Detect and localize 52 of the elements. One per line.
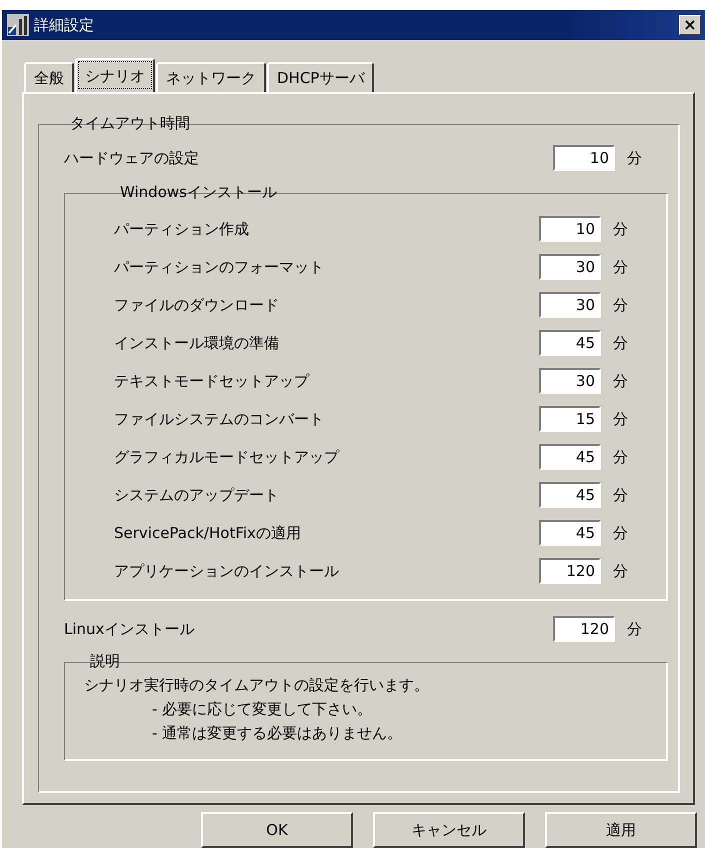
minutes-field[interactable]: 120 [539, 558, 601, 584]
minutes-field[interactable]: 30 [539, 368, 601, 394]
setting-label: アプリケーションのインストール [114, 562, 340, 580]
setting-label: システムのアップデート [114, 486, 280, 504]
setting-label: グラフィカルモードセットアップ [114, 448, 340, 466]
minutes-field[interactable]: 10 [539, 216, 601, 242]
description-text: シナリオ実行時のタイムアウトの設定を行います。 [84, 675, 430, 696]
tab[interactable]: ネットワーク [156, 62, 266, 92]
group-label: Windowsインストール [119, 183, 278, 202]
unit-label: 分 [612, 524, 629, 542]
minutes-field[interactable]: 45 [539, 482, 601, 508]
unit-label: 分 [612, 410, 629, 428]
minutes-field[interactable]: 10 [553, 145, 615, 171]
minutes-field[interactable]: 45 [539, 330, 601, 356]
minutes-field[interactable]: 15 [539, 406, 601, 432]
dialog-button[interactable]: OK [201, 812, 353, 848]
unit-label: 分 [612, 220, 629, 238]
window-title: 詳細設定 [34, 16, 95, 34]
minutes-field[interactable]: 30 [539, 254, 601, 280]
description-text: - 必要に応じて変更して下さい。 [151, 699, 374, 720]
tab[interactable]: 全般 [24, 62, 74, 92]
unit-label: 分 [612, 258, 629, 276]
dialog-button[interactable]: 適用 [545, 812, 697, 848]
minutes-field[interactable]: 30 [539, 292, 601, 318]
unit-label: 分 [612, 448, 629, 466]
tab[interactable]: DHCPサーバ [267, 62, 374, 92]
unit-label: 分 [612, 334, 629, 352]
minutes-field[interactable]: 45 [539, 444, 601, 470]
setting-label: ServicePack/HotFixの適用 [114, 524, 302, 542]
setting-label: ファイルシステムのコンバート [114, 410, 325, 428]
dialog-button[interactable]: キャンセル [373, 812, 525, 848]
unit-label: 分 [626, 620, 643, 638]
tab[interactable]: シナリオ [75, 58, 155, 92]
unit-label: 分 [626, 148, 643, 168]
setting-label: テキストモードセットアップ [114, 372, 310, 390]
group-label: 説明 [89, 652, 121, 671]
setting-label: ファイルのダウンロード [114, 296, 280, 314]
unit-label: 分 [612, 296, 629, 314]
minutes-field[interactable]: 45 [539, 520, 601, 546]
setting-label: パーティション作成 [114, 220, 250, 238]
setting-label: ハードウェアの設定 [64, 148, 200, 168]
minutes-field[interactable]: 120 [553, 616, 615, 642]
setting-label: パーティションのフォーマット [114, 258, 325, 276]
setting-label: インストール環境の準備 [114, 334, 280, 352]
unit-label: 分 [612, 372, 629, 390]
unit-label: 分 [612, 562, 629, 580]
description-text: - 通常は変更する必要はありません。 [151, 723, 404, 744]
app-icon [6, 13, 30, 37]
setting-label: Linuxインストール [64, 620, 196, 638]
close-button[interactable]: × [679, 15, 701, 35]
group-label: タイムアウト時間 [69, 114, 191, 133]
unit-label: 分 [612, 486, 629, 504]
